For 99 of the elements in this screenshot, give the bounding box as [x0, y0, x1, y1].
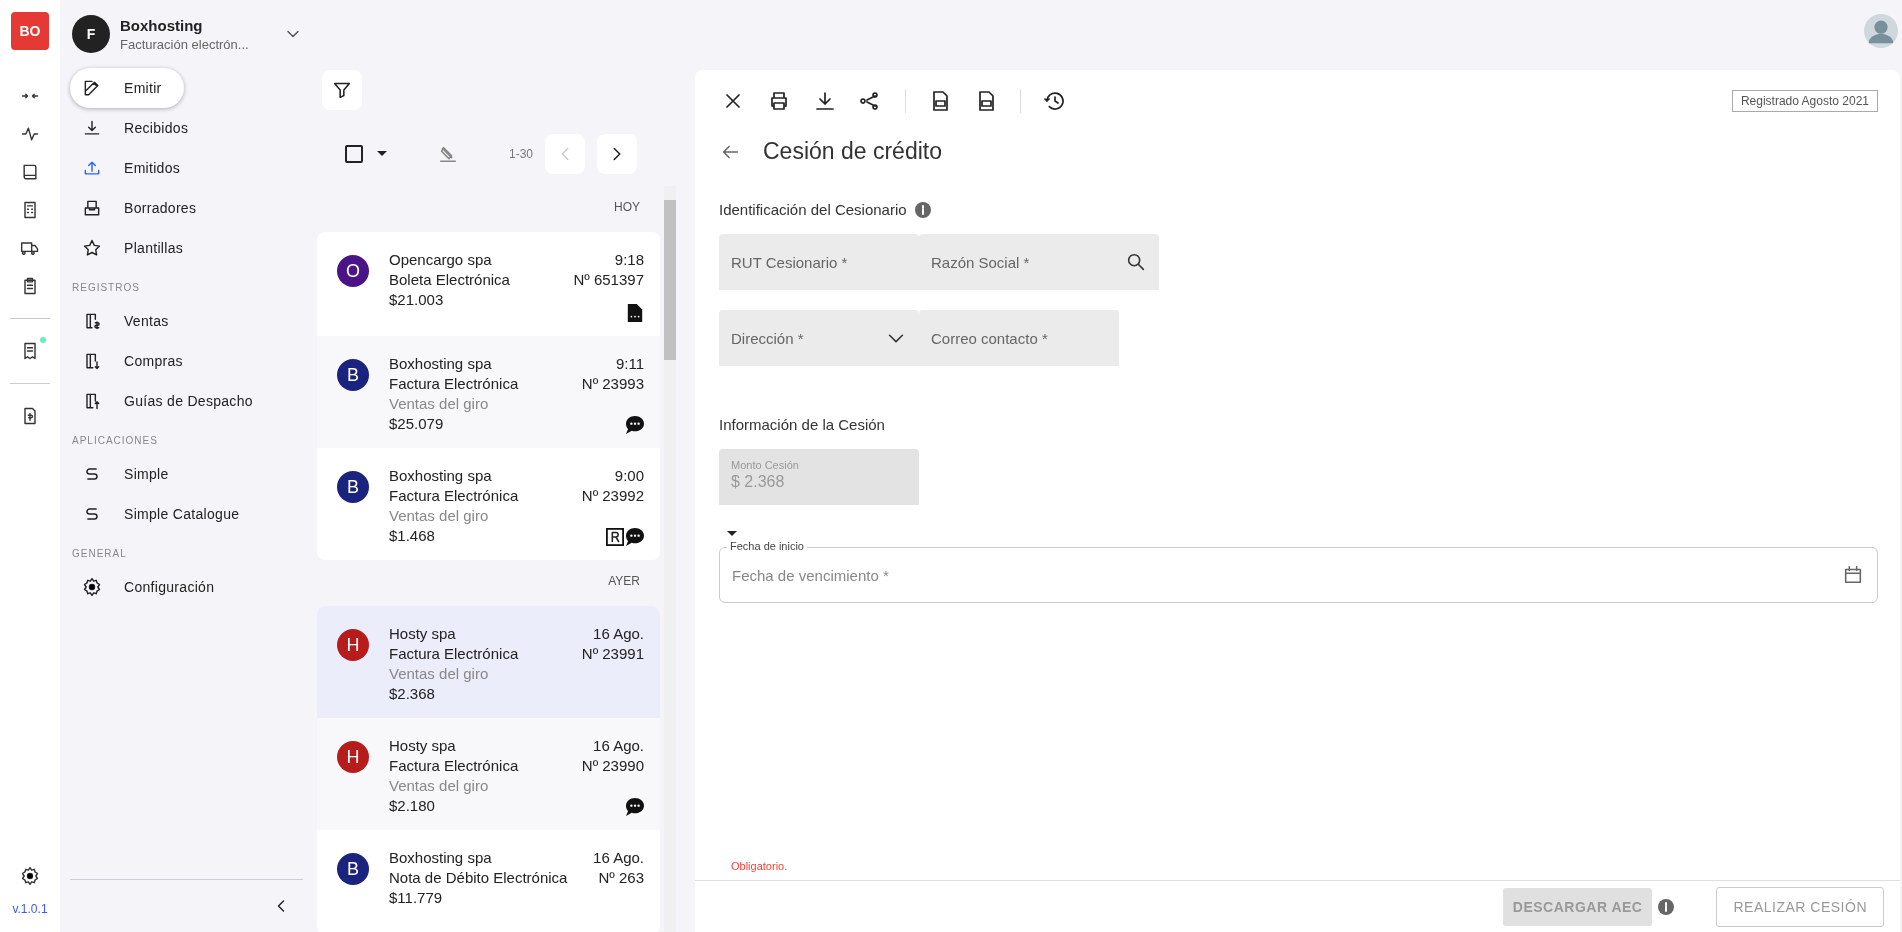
document-row[interactable]: O Opencargo spa Boleta Electrónica $21.003 9:18 Nº 651397	[317, 232, 660, 336]
info-icon[interactable]	[1658, 899, 1675, 915]
caret-down-icon[interactable]	[727, 531, 737, 537]
date-group-label: AYER	[607, 573, 641, 590]
document-type: Boleta Electrónica	[389, 270, 511, 290]
document-time: 9:11	[615, 354, 644, 374]
page-range: 1-30	[508, 147, 533, 161]
date-group-label: HOY	[613, 199, 641, 216]
sidebar-item[interactable]: Simple Catalogue	[70, 494, 252, 534]
sidebar-item[interactable]: Emitir	[70, 68, 184, 108]
document-detail: Ventas del giro	[389, 506, 490, 526]
section-heading: GENERAL	[72, 548, 128, 559]
avatar: H	[337, 629, 369, 661]
comment-icon	[626, 416, 644, 434]
comment-icon	[626, 798, 644, 816]
document-detail: Ventas del giro	[389, 664, 490, 684]
document-row[interactable]: H Hosty spa Factura Electrónica Ventas del giro $2.180 16 Ago. Nº 23990	[317, 718, 660, 830]
company-name: Opencargo spa	[389, 250, 493, 270]
input-field[interactable]: Correo contacto *	[919, 310, 1119, 366]
document-number: Nº 263	[598, 868, 644, 888]
document-type: Factura Electrónica	[389, 756, 520, 776]
registered-badge: Registrado Agosto 2021	[1731, 90, 1878, 112]
document-type: Factura Electrónica	[389, 644, 520, 664]
document-type: Factura Electrónica	[389, 486, 520, 506]
avatar: H	[337, 741, 369, 773]
document-amount: $1.468	[389, 526, 436, 546]
sidebar-item[interactable]: Guías de Despacho	[70, 381, 265, 421]
settings-icon[interactable]	[20, 866, 40, 886]
sidebar-item[interactable]: Compras	[70, 341, 195, 381]
document-row[interactable]: B Boxhosting spa Nota de Débito Electrónica $11.779 16 Ago. Nº 263	[317, 830, 660, 932]
avatar: O	[337, 255, 369, 287]
input-field[interactable]: Razón Social *	[919, 234, 1159, 290]
document-time: 16 Ago.	[593, 624, 644, 644]
sidebar-item[interactable]: Ventas	[70, 301, 181, 341]
book-icon[interactable]	[20, 162, 40, 182]
document-number: Nº 23992	[581, 486, 644, 506]
field-label: Fecha de inicio	[727, 540, 807, 552]
document-time: 9:00	[614, 466, 644, 486]
document-row[interactable]: B Boxhosting spa Factura Electrónica Ventas del giro $25.079 9:11 Nº 23993	[317, 336, 660, 448]
company-name: Boxhosting spa	[389, 354, 493, 374]
document-time: 16 Ago.	[593, 736, 644, 756]
sidebar-item[interactable]: Recibidos	[70, 108, 201, 148]
document-number: Nº 23991	[581, 644, 644, 664]
user-avatar[interactable]	[1864, 14, 1898, 48]
pulse-icon[interactable]	[20, 124, 40, 144]
avatar: B	[337, 359, 369, 391]
input-field[interactable]: Dirección *	[719, 310, 919, 366]
sidebar-item[interactable]: Emitidos	[70, 148, 193, 188]
document-time: 16 Ago.	[593, 848, 644, 868]
search-icon[interactable]	[1125, 251, 1147, 273]
info-icon[interactable]	[914, 201, 931, 218]
company-subtitle: Facturación electrón...	[120, 36, 250, 52]
section-heading: APLICACIONES	[72, 435, 159, 446]
document-icon	[626, 304, 644, 322]
sidebar-item[interactable]: Configuración	[70, 567, 227, 607]
document-amount: $2.180	[389, 796, 436, 816]
sidebar-item[interactable]: Simple	[70, 454, 181, 494]
error-message: Obligatorio.	[730, 860, 789, 874]
document-amount: $11.779	[389, 888, 444, 908]
company-name: Boxhosting	[120, 16, 204, 34]
sidebar-item[interactable]: Borradores	[70, 188, 209, 228]
document-number: Nº 23993	[581, 374, 644, 394]
notification-dot	[40, 337, 46, 343]
avatar: B	[337, 853, 369, 885]
scrollbar[interactable]	[664, 186, 676, 932]
history-icon[interactable]	[1043, 89, 1067, 113]
company-name: Hosty spa	[389, 624, 457, 644]
comment-icon	[626, 528, 644, 546]
calendar-icon[interactable]	[1842, 564, 1864, 586]
r-box-icon	[606, 528, 624, 546]
app-logo[interactable]: BO	[11, 12, 49, 50]
company-name: Boxhosting spa	[389, 848, 493, 868]
avatar: B	[337, 471, 369, 503]
document-row[interactable]: B Boxhosting spa Factura Electrónica Ventas del giro $1.468 9:00 Nº 23992	[317, 448, 660, 560]
page-title: Cesión de crédito	[763, 138, 942, 165]
download-icon[interactable]	[813, 89, 837, 113]
document-detail: Ventas del giro	[389, 776, 490, 796]
document-type: Factura Electrónica	[389, 374, 520, 394]
section-heading: REGISTROS	[72, 282, 141, 293]
document-detail: Ventas del giro	[389, 394, 490, 414]
version-label: v.1.0.1	[12, 902, 48, 916]
company-avatar: F	[72, 15, 110, 53]
document-number: Nº 651397	[573, 270, 644, 290]
filter-button[interactable]	[322, 70, 362, 110]
company-name: Hosty spa	[389, 736, 457, 756]
document-amount: $25.079	[389, 414, 445, 434]
sidebar-item[interactable]: Plantillas	[70, 228, 196, 268]
select-all-checkbox[interactable]	[345, 145, 363, 163]
document-row[interactable]: H Hosty spa Factura Electrónica Ventas del giro $2.368 16 Ago. Nº 23991	[317, 606, 660, 718]
document-amount: $21.003	[389, 290, 445, 310]
document-type: Nota de Débito Electrónica	[389, 868, 569, 888]
caret-down-icon[interactable]	[377, 151, 387, 157]
input-field[interactable]: RUT Cesionario *	[719, 234, 919, 290]
document-amount: $2.368	[389, 684, 436, 704]
company-name: Boxhosting spa	[389, 466, 493, 486]
section-heading: Información de la Cesión	[719, 416, 885, 433]
section-heading: Identificación del Cesionario	[719, 201, 907, 218]
document-number: Nº 23990	[581, 756, 644, 776]
document-time: 9:18	[614, 250, 644, 270]
